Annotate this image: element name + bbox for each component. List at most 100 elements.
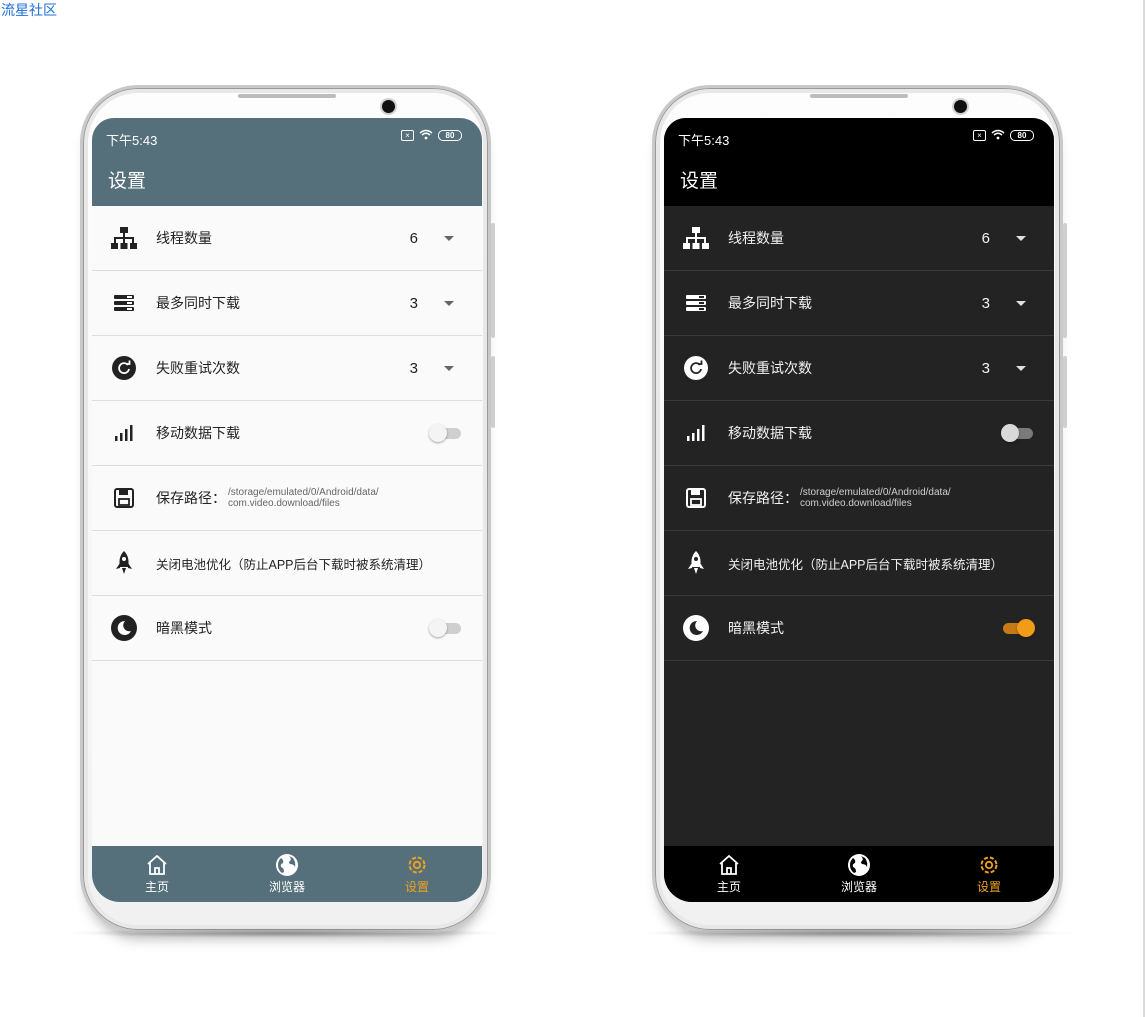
setting-save-path[interactable]: 保存路径： /storage/emulated/0/Android/data/ … — [664, 466, 1054, 531]
status-time: 下午5:43 — [678, 133, 730, 148]
signal-icon — [683, 420, 709, 446]
save-path-line: /storage/emulated/0/Android/data/ — [800, 487, 951, 498]
nav-settings[interactable]: 设置 — [352, 846, 482, 902]
save-path-line: com.video.download/files — [228, 498, 340, 509]
setting-dark-mode[interactable]: 暗黑模式 — [92, 596, 482, 661]
nav-label: 主页 — [716, 880, 741, 894]
setting-battery-optimization[interactable]: 关闭电池优化（防止APP后台下载时被系统清理） — [664, 531, 1054, 596]
setting-retry[interactable]: 失败重试次数 3 — [92, 336, 482, 401]
toggle-thumb — [429, 424, 447, 442]
save-path-group: 保存路径： /storage/emulated/0/Android/data/ … — [728, 487, 951, 509]
setting-threads[interactable]: 线程数量 6 — [92, 206, 482, 271]
wifi-icon — [419, 129, 433, 141]
dropdown-caret-icon[interactable] — [1016, 365, 1026, 371]
save-path-line: /storage/emulated/0/Android/data/ — [228, 487, 379, 498]
nav-label: 主页 — [144, 880, 169, 894]
volume-button — [491, 223, 495, 338]
save-path-value: /storage/emulated/0/Android/data/ com.vi… — [800, 487, 951, 509]
phone-shadow — [65, 928, 505, 938]
status-bar: 下午5:43 × 80 — [664, 118, 1054, 156]
moon-icon — [111, 615, 137, 641]
setting-mobile-data[interactable]: 移动数据下载 — [664, 401, 1054, 466]
mobile-data-toggle[interactable] — [429, 424, 462, 442]
setting-threads[interactable]: 线程数量 6 — [664, 206, 1054, 271]
power-button — [1063, 356, 1067, 428]
setting-save-path[interactable]: 保存路径： /storage/emulated/0/Android/data/ … — [92, 466, 482, 531]
setting-value: 3 — [981, 294, 990, 312]
home-icon — [145, 854, 169, 876]
light-phone-frame: 下午5:43 × 80 设置 线程数量 6 最多同时下载 3 失败重试次数 3 … — [80, 85, 495, 933]
save-path-value: /storage/emulated/0/Android/data/ com.vi… — [228, 487, 379, 509]
setting-max-downloads[interactable]: 最多同时下载 3 — [664, 271, 1054, 336]
rocket-icon — [111, 550, 137, 576]
battery-icon: 80 — [438, 129, 462, 141]
phone-shadow — [637, 928, 1077, 938]
setting-label: 关闭电池优化（防止APP后台下载时被系统清理） — [728, 557, 1004, 572]
setting-label: 最多同时下载 — [156, 295, 240, 311]
setting-mobile-data[interactable]: 移动数据下载 — [92, 401, 482, 466]
dark-mode-toggle[interactable] — [1001, 619, 1035, 637]
toggle-thumb — [429, 619, 447, 637]
save-path-group: 保存路径： /storage/emulated/0/Android/data/ … — [156, 487, 379, 509]
setting-label: 失败重试次数 — [156, 360, 240, 376]
setting-label: 移动数据下载 — [728, 425, 812, 441]
setting-dark-mode[interactable]: 暗黑模式 — [664, 596, 1054, 661]
globe-icon — [275, 854, 299, 876]
setting-value: 3 — [409, 294, 418, 312]
sitemap-icon — [683, 225, 709, 251]
setting-label: 移动数据下载 — [156, 425, 240, 441]
setting-value: 3 — [409, 359, 418, 377]
nav-settings[interactable]: 设置 — [924, 846, 1054, 902]
dropdown-caret-icon[interactable] — [444, 300, 454, 306]
dropdown-caret-icon[interactable] — [1016, 300, 1026, 306]
earpiece-speaker — [238, 94, 336, 98]
dark-mode-toggle[interactable] — [429, 619, 462, 637]
toggle-thumb — [1017, 619, 1035, 637]
sim-icon: × — [973, 129, 986, 141]
save-icon — [683, 485, 709, 511]
setting-label: 暗黑模式 — [728, 620, 784, 636]
save-path-line: com.video.download/files — [800, 498, 912, 509]
sitemap-icon — [111, 225, 137, 251]
front-camera — [382, 100, 395, 113]
status-icons: × 80 — [401, 129, 462, 141]
nav-home[interactable]: 主页 — [664, 846, 794, 902]
site-link[interactable]: 流星社区 — [1, 0, 57, 20]
setting-label: 关闭电池优化（防止APP后台下载时被系统清理） — [156, 557, 432, 572]
setting-battery-optimization[interactable]: 关闭电池优化（防止APP后台下载时被系统清理） — [92, 531, 482, 596]
dark-screen: 下午5:43 × 80 设置 线程数量 6 最多同时下载 3 失败重试次数 3 … — [664, 118, 1054, 902]
nav-label: 设置 — [404, 880, 429, 894]
dropdown-caret-icon[interactable] — [444, 365, 454, 371]
globe-icon — [847, 854, 871, 876]
setting-label: 失败重试次数 — [728, 360, 812, 376]
wifi-icon — [991, 129, 1005, 141]
nav-browser[interactable]: 浏览器 — [222, 846, 352, 902]
earpiece-speaker — [810, 94, 908, 98]
dropdown-caret-icon[interactable] — [1016, 235, 1026, 241]
page-title: 设置 — [680, 171, 719, 192]
page-title: 设置 — [108, 171, 147, 192]
toggle-thumb — [1001, 424, 1019, 442]
nav-browser[interactable]: 浏览器 — [794, 846, 924, 902]
app-bar: 设置 — [92, 156, 482, 206]
dark-phone-frame: 下午5:43 × 80 设置 线程数量 6 最多同时下载 3 失败重试次数 3 … — [652, 85, 1067, 933]
dropdown-caret-icon[interactable] — [444, 235, 454, 241]
setting-label: 保存路径： — [156, 490, 226, 506]
stack-icon — [111, 290, 137, 316]
signal-icon — [111, 420, 137, 446]
status-bar: 下午5:43 × 80 — [92, 118, 482, 156]
home-icon — [717, 854, 741, 876]
power-button — [491, 356, 495, 428]
nav-label: 浏览器 — [268, 880, 305, 894]
mobile-data-toggle[interactable] — [1001, 424, 1034, 442]
setting-max-downloads[interactable]: 最多同时下载 3 — [92, 271, 482, 336]
settings-list: 线程数量 6 最多同时下载 3 失败重试次数 3 移动数据下载 保存路径： /s… — [664, 206, 1054, 661]
refresh-icon — [111, 355, 137, 381]
gear-icon — [977, 854, 1001, 876]
app-bar: 设置 — [664, 156, 1054, 206]
setting-retry[interactable]: 失败重试次数 3 — [664, 336, 1054, 401]
nav-home[interactable]: 主页 — [92, 846, 222, 902]
front-camera — [954, 100, 967, 113]
setting-label: 暗黑模式 — [156, 620, 212, 636]
setting-value: 6 — [409, 229, 418, 247]
